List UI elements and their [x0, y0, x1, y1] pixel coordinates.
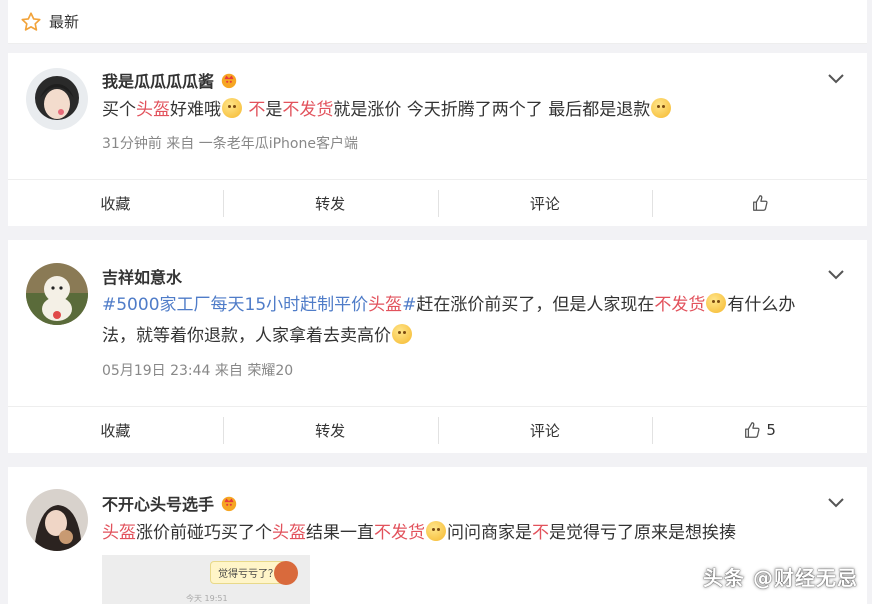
highlight-keyword: 不发货 — [654, 295, 706, 315]
watermark: 头条 @财经无忌 — [703, 566, 858, 590]
post-text: 买个头盔好难哦 不是不发货就是涨价 今天折腾了两个了 最后都是退款 — [102, 95, 817, 126]
comment-button[interactable]: 评论 — [437, 180, 653, 226]
post-text-run: 是 — [265, 100, 283, 120]
chevron-down-icon[interactable] — [827, 269, 845, 281]
post-text-run: 就是涨价 今天折腾了两个了 最后都是退款 — [333, 100, 651, 120]
avatar[interactable] — [26, 263, 88, 325]
highlight-keyword: 头盔 — [136, 100, 170, 120]
post-text-run: 问问商家是 — [447, 523, 532, 543]
highlight-keyword: 头盔 — [272, 523, 306, 543]
highlight-keyword: 不 — [532, 523, 549, 543]
like-button[interactable]: 5 — [652, 407, 867, 453]
image-timestamp: 今天 19:51 — [186, 594, 228, 603]
vip-crown-icon — [221, 73, 237, 89]
emoji-icon — [706, 293, 727, 313]
emoji-icon — [392, 324, 412, 344]
sort-label-latest[interactable]: 最新 — [49, 11, 79, 32]
user-name[interactable]: 不开心头号选手 — [102, 491, 238, 515]
post-meta: 05月19日 23:44 来自 荣耀20 — [102, 363, 294, 379]
thumbs-up-icon — [752, 195, 768, 211]
like-count: 5 — [766, 421, 776, 439]
topic-link[interactable]: # — [402, 295, 416, 315]
post-text-run: 是觉得亏了原来是想挨揍 — [549, 523, 736, 543]
emoji-icon — [426, 521, 446, 541]
user-name[interactable]: 吉祥如意水 — [102, 264, 182, 288]
sort-bar: 最新 — [8, 0, 867, 44]
user-name-text[interactable]: 我是瓜瓜瓜瓜酱 — [102, 68, 214, 92]
post-text-run: 买个 — [102, 100, 136, 120]
avatar[interactable] — [26, 68, 88, 130]
user-name[interactable]: 我是瓜瓜瓜瓜酱 — [102, 68, 238, 92]
image-avatar — [274, 561, 298, 585]
repost-button[interactable]: 转发 — [222, 180, 438, 226]
post-meta: 31分钟前 来自 一条老年瓜iPhone客户端 — [102, 136, 358, 152]
vip-crown-icon — [221, 496, 237, 512]
action-bar: 收藏 转发 评论 — [8, 179, 867, 226]
repost-button[interactable]: 转发 — [222, 407, 438, 453]
post-card: 我是瓜瓜瓜瓜酱 买个头盔好难哦 不是不发货就是涨价 今天折腾了两个了 最后都是退… — [8, 53, 867, 226]
topic-link[interactable]: #5000家工厂每天15小时赶制平价 — [102, 295, 368, 315]
post-image[interactable]: 觉得亏亏了？ 今天 19:51 — [102, 555, 310, 604]
thumbs-up-icon — [745, 422, 760, 438]
comment-button[interactable]: 评论 — [437, 407, 653, 453]
avatar[interactable] — [26, 489, 88, 551]
post-text-run: 赶在涨价前买了，但是人家现在 — [416, 295, 655, 315]
post-text-run: 好难哦 — [170, 100, 221, 120]
highlight-keyword: 头盔 — [368, 295, 403, 315]
chevron-down-icon[interactable] — [827, 497, 845, 509]
highlight-keyword: 不发货 — [282, 100, 334, 120]
post-text-run: 涨价前碰巧买了个 — [136, 523, 272, 543]
favorite-button[interactable]: 收藏 — [8, 407, 223, 453]
emoji-icon — [222, 98, 242, 118]
post-card: 吉祥如意水 #5000家工厂每天15小时赶制平价头盔#赶在涨价前买了，但是人家现… — [8, 240, 867, 453]
highlight-keyword: 不 — [248, 100, 266, 120]
action-bar: 收藏 转发 评论 5 — [8, 406, 867, 453]
post-text: #5000家工厂每天15小时赶制平价头盔#赶在涨价前买了，但是人家现在不发货 有什… — [102, 290, 817, 352]
favorite-button[interactable]: 收藏 — [8, 180, 223, 226]
highlight-keyword: 头盔 — [102, 523, 136, 543]
star-icon[interactable] — [20, 11, 42, 33]
user-name-text[interactable]: 不开心头号选手 — [102, 491, 214, 515]
chevron-down-icon[interactable] — [827, 73, 845, 85]
emoji-icon — [651, 98, 672, 118]
highlight-keyword: 不发货 — [374, 523, 425, 543]
post-text: 头盔涨价前碰巧买了个头盔结果一直不发货 问问商家是不是觉得亏了原来是想挨揍 — [102, 518, 817, 549]
like-button[interactable] — [652, 180, 867, 226]
post-text-run: 结果一直 — [306, 523, 374, 543]
